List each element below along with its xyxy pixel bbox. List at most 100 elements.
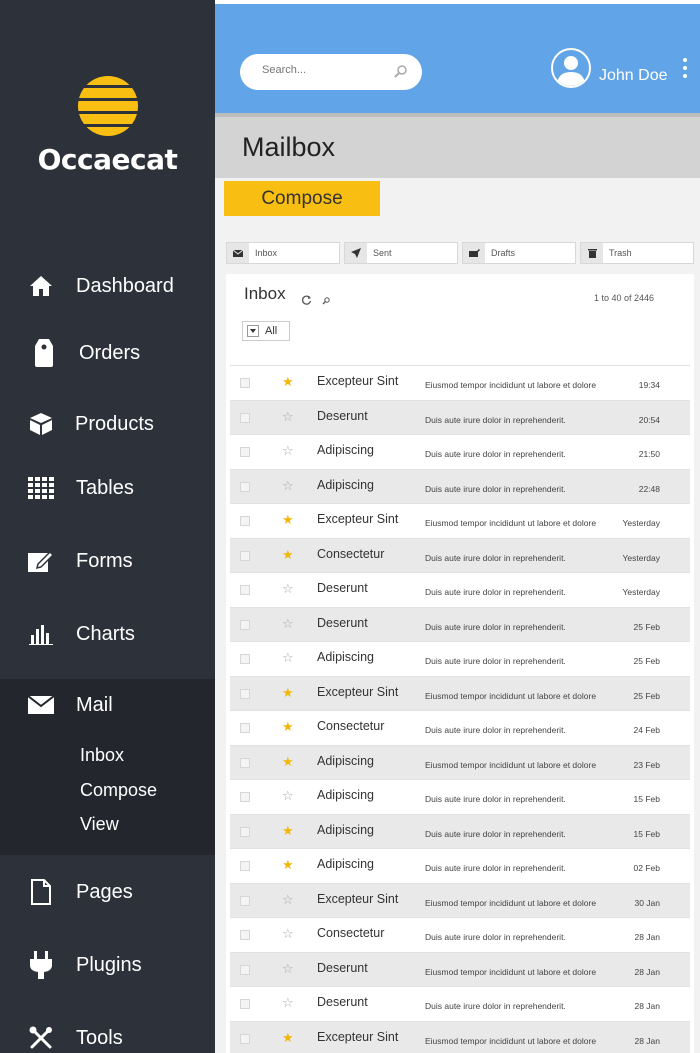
row-checkbox[interactable]: [240, 999, 250, 1009]
row-checkbox[interactable]: [240, 792, 250, 802]
trash-icon: [581, 243, 603, 263]
row-checkbox[interactable]: [240, 688, 250, 699]
refresh-icon[interactable]: [302, 292, 312, 310]
star-icon[interactable]: ☆: [282, 962, 294, 975]
mail-time: 21:50: [638, 449, 660, 459]
table-row[interactable]: ★ Consectetur Duis aute irure dolor in rep…: [230, 710, 690, 745]
row-checkbox[interactable]: [240, 412, 250, 423]
search-icon[interactable]: [394, 64, 408, 83]
star-icon[interactable]: ★: [282, 824, 294, 837]
star-icon[interactable]: ☆: [282, 410, 294, 423]
table-row[interactable]: ★ Consectetur Duis aute irure dolor in rep…: [230, 537, 690, 572]
row-checkbox[interactable]: [240, 895, 250, 906]
table-row[interactable]: ☆ Deserunt Duis aute irure dolor in repreh…: [230, 986, 690, 1021]
sidebar-item-tools[interactable]: Tools: [0, 1011, 215, 1053]
search-input[interactable]: [262, 64, 382, 76]
submenu-item-view[interactable]: View: [80, 814, 119, 835]
star-icon[interactable]: ☆: [282, 651, 294, 664]
star-icon[interactable]: ☆: [282, 479, 294, 492]
row-checkbox[interactable]: [240, 585, 250, 595]
star-icon[interactable]: ☆: [282, 996, 294, 1009]
submenu-item-inbox[interactable]: Inbox: [80, 745, 124, 766]
edit-icon: [27, 547, 55, 575]
avatar[interactable]: [551, 48, 591, 88]
brand-name: Occaecat: [37, 143, 178, 176]
row-checkbox[interactable]: [240, 964, 250, 975]
row-checkbox[interactable]: [240, 447, 250, 457]
folder-tab-trash[interactable]: Trash: [580, 242, 694, 264]
mail-sender: Adipiscing: [317, 443, 374, 457]
star-icon[interactable]: ★: [282, 375, 294, 388]
compose-button[interactable]: Compose: [224, 181, 380, 216]
row-checkbox[interactable]: [240, 757, 250, 768]
star-icon[interactable]: ☆: [282, 789, 294, 802]
user-name[interactable]: John Doe: [599, 67, 668, 85]
table-row[interactable]: ☆ Deserunt Duis aute irure dolor in repreh…: [230, 606, 690, 641]
row-checkbox[interactable]: [240, 654, 250, 664]
star-icon[interactable]: ☆: [282, 893, 294, 906]
table-row[interactable]: ★ Excepteur Sint Eiusmod tempor incididunt…: [230, 365, 690, 400]
row-checkbox[interactable]: [240, 1033, 250, 1044]
table-row[interactable]: ★ Excepteur Sint Eiusmod tempor incididunt…: [230, 675, 690, 710]
sidebar-item-plugins[interactable]: Plugins: [0, 938, 215, 992]
sidebar-item-pages[interactable]: Pages: [0, 865, 215, 919]
row-checkbox[interactable]: [240, 481, 250, 492]
mail-sender: Excepteur Sint: [317, 684, 399, 699]
row-checkbox[interactable]: [240, 826, 250, 837]
table-row[interactable]: ★ Adipiscing Duis aute irure dolor in repr…: [230, 848, 690, 883]
folder-tab-drafts[interactable]: Drafts: [462, 242, 576, 264]
bar-chart-icon: [27, 620, 55, 648]
star-icon[interactable]: ★: [282, 755, 294, 768]
star-icon[interactable]: ★: [282, 720, 294, 733]
table-row[interactable]: ☆ Adipiscing Duis aute irure dolor in repr…: [230, 434, 690, 469]
row-checkbox[interactable]: [240, 861, 250, 871]
sidebar-item-tables[interactable]: Tables: [0, 461, 215, 515]
star-icon[interactable]: ★: [282, 548, 294, 561]
search-box[interactable]: [240, 54, 422, 90]
table-row[interactable]: ★ Adipiscing Eiusmod tempor incididunt ut …: [230, 744, 690, 779]
search-icon[interactable]: [322, 292, 330, 310]
sidebar-item-charts[interactable]: Charts: [0, 607, 215, 661]
row-checkbox[interactable]: [240, 516, 250, 526]
table-row[interactable]: ☆ Consectetur Duis aute irure dolor in rep…: [230, 917, 690, 952]
table-row[interactable]: ☆ Deserunt Duis aute irure dolor in repreh…: [230, 572, 690, 607]
star-icon[interactable]: ★: [282, 858, 294, 871]
star-icon[interactable]: ★: [282, 513, 294, 526]
mail-subject: Duis aute irure dolor in reprehenderit.: [425, 656, 566, 666]
table-row[interactable]: ☆ Deserunt Eiusmod tempor incididunt ut la…: [230, 951, 690, 986]
mail-sender: Adipiscing: [317, 753, 374, 768]
row-checkbox[interactable]: [240, 723, 250, 733]
sidebar-item-products[interactable]: Products: [0, 397, 215, 451]
row-checkbox[interactable]: [240, 550, 250, 561]
star-icon[interactable]: ☆: [282, 617, 294, 630]
mail-sender: Deserunt: [317, 408, 368, 423]
submenu-item-compose[interactable]: Compose: [80, 780, 157, 801]
table-row[interactable]: ☆ Adipiscing Duis aute irure dolor in repr…: [230, 779, 690, 814]
sidebar-item-orders[interactable]: Orders: [0, 326, 215, 380]
mail-subject: Eiusmod tempor incididunt ut labore et d…: [425, 897, 597, 908]
table-row[interactable]: ☆ Deserunt Duis aute irure dolor in repreh…: [230, 399, 690, 434]
mail-time: 15 Feb: [633, 794, 660, 804]
folder-tab-inbox[interactable]: Inbox: [226, 242, 340, 264]
row-checkbox[interactable]: [240, 378, 250, 388]
table-row[interactable]: ★ Adipiscing Duis aute irure dolor in repr…: [230, 813, 690, 848]
star-icon[interactable]: ★: [282, 1031, 294, 1044]
brand-logo[interactable]: Occaecat: [0, 75, 215, 176]
star-icon[interactable]: ☆: [282, 582, 294, 595]
table-row[interactable]: ☆ Excepteur Sint Eiusmod tempor incididunt…: [230, 882, 690, 917]
table-row[interactable]: ★ Excepteur Sint Eiusmod tempor incididunt…: [230, 503, 690, 538]
more-menu-icon[interactable]: [681, 58, 689, 84]
sidebar-item-dashboard[interactable]: Dashboard: [0, 259, 215, 313]
row-checkbox[interactable]: [240, 619, 250, 630]
table-row[interactable]: ☆ Adipiscing Duis aute irure dolor in repr…: [230, 641, 690, 676]
star-icon[interactable]: ☆: [282, 927, 294, 940]
sidebar-item-mail[interactable]: Mail: [0, 679, 215, 731]
folder-tab-sent[interactable]: Sent: [344, 242, 458, 264]
table-row[interactable]: ★ Excepteur Sint Eiusmod tempor incididunt…: [230, 1020, 690, 1053]
row-checkbox[interactable]: [240, 930, 250, 940]
star-icon[interactable]: ★: [282, 686, 294, 699]
filter-select[interactable]: All: [242, 321, 290, 341]
star-icon[interactable]: ☆: [282, 444, 294, 457]
table-row[interactable]: ☆ Adipiscing Duis aute irure dolor in repr…: [230, 468, 690, 503]
sidebar-item-forms[interactable]: Forms: [0, 534, 215, 588]
